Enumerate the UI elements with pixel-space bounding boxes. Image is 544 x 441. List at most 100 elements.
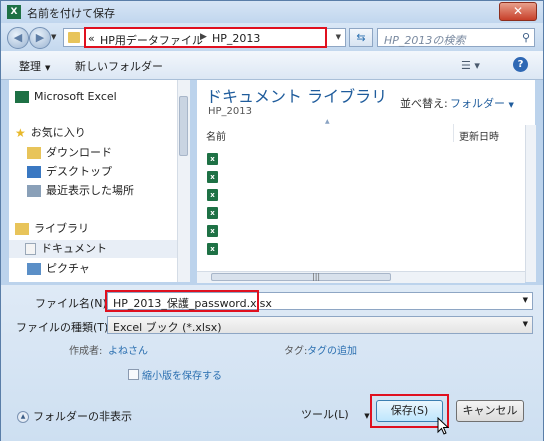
download-folder-icon — [27, 147, 41, 159]
chevron-down-icon: ▼ — [45, 64, 51, 72]
nav-item-label: Microsoft Excel — [34, 90, 117, 103]
recent-places-icon — [27, 185, 41, 197]
pictures-icon — [27, 263, 41, 275]
author-label: 作成者: — [69, 346, 103, 357]
organize-label: 整理 — [19, 60, 41, 73]
column-header-name[interactable]: 名前 — [206, 128, 226, 143]
nav-pane-scroll-thumb[interactable] — [179, 96, 188, 156]
library-title: ドキュメント ライブラリ — [206, 87, 388, 106]
chevron-down-icon[interactable]: ▼ — [523, 296, 528, 304]
nav-item-label: ピクチャ — [46, 262, 90, 275]
tools-button[interactable]: ツール(L) ▼ — [301, 406, 370, 422]
command-toolbar: 整理 ▼ 新しいフォルダー ☰ ▾ ? — [1, 51, 543, 80]
nav-item-label: デスクトップ — [46, 165, 112, 178]
search-input[interactable]: HP_2013の検索 ⚲ — [377, 28, 535, 47]
breadcrumb-hp2013[interactable]: HP_2013 — [212, 32, 260, 45]
chevron-up-icon: ▲ — [17, 411, 29, 423]
file-row[interactable]: x — [207, 243, 221, 256]
desktop-icon — [27, 166, 41, 178]
organize-button[interactable]: 整理 ▼ — [19, 58, 50, 74]
tags-value[interactable]: タグの追加 — [307, 342, 357, 357]
nav-item-desktop[interactable]: デスクトップ — [27, 163, 112, 181]
excel-file-icon: x — [207, 153, 218, 165]
file-row[interactable]: x — [207, 171, 221, 184]
file-row[interactable]: x — [207, 225, 221, 238]
library-icon — [15, 223, 29, 235]
nav-item-downloads[interactable]: ダウンロード — [27, 144, 112, 162]
file-list-horizontal-scrollbar[interactable]: ||| — [197, 271, 525, 283]
arrange-by-dropdown[interactable]: フォルダー ▼ — [450, 95, 514, 111]
nav-item-documents[interactable]: ドキュメント — [9, 240, 179, 258]
tags-label: タグ: — [284, 346, 308, 357]
sort-caret-icon: ▲ — [325, 118, 330, 125]
excel-file-icon: x — [207, 189, 218, 201]
filetype-label: ファイルの種類(T): — [16, 321, 113, 334]
save-as-dialog: X 名前を付けて保存 ✕ ◀ ▶ ▼ « HP用データファイル ▶ HP_201… — [0, 0, 544, 441]
chevron-down-icon: ▼ — [364, 412, 370, 420]
nav-item-label: お気に入り — [30, 126, 86, 139]
nav-item-recent-places[interactable]: 最近表示した場所 — [27, 182, 134, 200]
nav-pane-scrollbar[interactable] — [177, 80, 190, 282]
breadcrumb-overflow[interactable]: « — [88, 32, 95, 45]
save-thumbnail-label[interactable]: 縮小版を保存する — [142, 367, 222, 382]
hide-folders-label: フォルダーの非表示 — [33, 410, 132, 423]
refresh-button[interactable]: ⇆ — [349, 28, 373, 47]
close-button[interactable]: ✕ — [499, 2, 537, 21]
search-icon[interactable]: ⚲ — [522, 31, 530, 44]
save-thumbnail-checkbox[interactable] — [128, 369, 139, 380]
mouse-cursor-icon — [437, 417, 449, 435]
recent-pages-chevron-icon[interactable]: ▼ — [51, 33, 56, 41]
library-subtitle: HP_2013 — [208, 106, 252, 117]
search-placeholder: HP_2013の検索 — [384, 34, 466, 47]
nav-item-pictures[interactable]: ピクチャ — [27, 260, 90, 278]
hide-folders-button[interactable]: ▲ フォルダーの非表示 — [17, 408, 132, 424]
cancel-button[interactable]: キャンセル — [456, 400, 524, 422]
nav-item-favorites[interactable]: ★ お気に入り — [15, 124, 86, 142]
breadcrumb-hp-data[interactable]: HP用データファイル — [100, 32, 203, 48]
save-form: ファイル名(N): HP_2013_保護_password.xlsx ▼ ファイ… — [1, 285, 543, 441]
help-icon[interactable]: ? — [513, 57, 528, 72]
excel-app-icon: X — [7, 5, 21, 19]
navigation-pane: Microsoft Excel ★ お気に入り ダウンロード デスクトップ 最近表… — [9, 80, 190, 282]
column-divider[interactable] — [453, 124, 454, 142]
file-row[interactable]: x — [207, 153, 221, 166]
filetype-select[interactable]: Excel ブック (*.xlsx) ▼ — [107, 316, 533, 334]
nav-item-label: ドキュメント — [41, 242, 107, 255]
chevron-down-icon: ▼ — [508, 101, 514, 109]
back-button[interactable]: ◀ — [7, 27, 29, 49]
filename-highlight-box — [105, 290, 259, 312]
excel-icon — [15, 91, 29, 103]
address-bar[interactable]: « HP用データファイル ▶ HP_2013 ▼ — [63, 27, 346, 48]
column-header-date[interactable]: 更新日時 — [459, 128, 499, 143]
grip-icon: ||| — [312, 272, 321, 281]
excel-file-icon: x — [207, 243, 218, 255]
star-icon: ★ — [15, 126, 26, 140]
navigation-bar: ◀ ▶ ▼ « HP用データファイル ▶ HP_2013 ▼ ⇆ HP_2013… — [1, 23, 543, 51]
excel-file-icon: x — [207, 207, 218, 219]
window-title: 名前を付けて保存 — [27, 7, 115, 20]
horizontal-scroll-thumb[interactable]: ||| — [211, 272, 391, 281]
folder-icon — [68, 32, 80, 43]
file-row[interactable]: x — [207, 189, 221, 202]
chevron-down-icon[interactable]: ▼ — [523, 320, 528, 328]
excel-file-icon: x — [207, 225, 218, 237]
file-row[interactable]: x — [207, 207, 221, 220]
nav-item-microsoft-excel[interactable]: Microsoft Excel — [15, 88, 117, 106]
nav-item-label: 最近表示した場所 — [46, 184, 134, 197]
new-folder-button[interactable]: 新しいフォルダー — [75, 58, 163, 74]
view-options-icon[interactable]: ☰ ▾ — [461, 59, 480, 72]
author-value[interactable]: よねさん — [108, 342, 148, 357]
title-bar: X 名前を付けて保存 ✕ — [1, 1, 543, 23]
arrange-by-label: 並べ替え: — [400, 97, 448, 110]
nav-item-libraries[interactable]: ライブラリ — [15, 220, 89, 238]
breadcrumb-chevron-icon[interactable]: ▶ — [200, 32, 207, 42]
documents-icon — [25, 243, 36, 255]
save-button[interactable]: 保存(S) — [376, 400, 443, 422]
nav-item-label: ダウンロード — [46, 146, 112, 159]
tools-label: ツール(L) — [301, 408, 349, 421]
forward-button[interactable]: ▶ — [29, 27, 51, 49]
filename-label: ファイル名(N): — [35, 297, 111, 310]
address-dropdown-icon[interactable]: ▼ — [336, 33, 341, 41]
file-list-vertical-scrollbar[interactable] — [525, 125, 536, 282]
file-list-pane: ドキュメント ライブラリ HP_2013 並べ替え: フォルダー ▼ ▲ 名前 … — [197, 80, 535, 282]
